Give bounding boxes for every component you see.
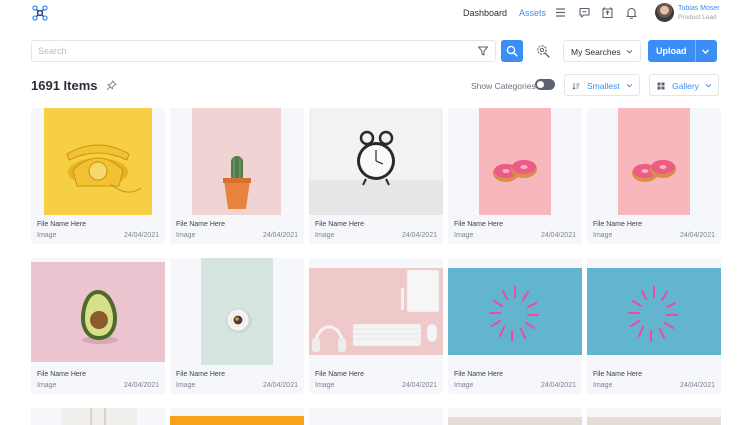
file-date: 24/04/2021 [401, 382, 437, 389]
asset-card[interactable] [309, 408, 443, 425]
asset-card[interactable]: File Name Here Image 24/04/2021 [170, 108, 304, 244]
chevron-down-icon [705, 83, 712, 88]
upload-divider [695, 40, 696, 62]
items-count: 1691 Items [31, 78, 98, 93]
sort-label: Smallest [587, 81, 620, 91]
saved-searches-label: My Searches [571, 47, 621, 57]
thumbnail-image[interactable] [587, 258, 721, 365]
file-name: File Name Here [315, 371, 365, 378]
view-label: Gallery [672, 81, 699, 91]
thumbnail-image[interactable] [448, 258, 582, 365]
file-date: 24/04/2021 [540, 232, 576, 239]
asset-card[interactable]: File Name Here Image 24/04/2021 [170, 258, 304, 394]
asset-card[interactable]: File Name Here Image 24/04/2021 [309, 108, 443, 244]
thumbnail-image[interactable] [309, 108, 443, 215]
thumbnail-image[interactable] [170, 108, 304, 215]
asset-card[interactable]: File Name Here Image 24/04/2021 [587, 258, 721, 394]
upload-box-icon[interactable] [601, 6, 614, 19]
file-name: File Name Here [176, 221, 226, 228]
search-icon [506, 45, 518, 57]
asset-card[interactable] [448, 408, 582, 425]
file-name: File Name Here [593, 371, 643, 378]
view-dropdown[interactable]: Gallery [649, 74, 719, 96]
file-type: Image [37, 232, 57, 239]
file-type: Image [454, 382, 474, 389]
thumbnail-image[interactable] [31, 408, 165, 425]
thumbnail-image[interactable] [587, 408, 721, 425]
file-name: File Name Here [454, 371, 504, 378]
file-type: Image [593, 232, 613, 239]
upload-button[interactable]: Upload [648, 40, 717, 62]
file-date: 24/04/2021 [540, 382, 576, 389]
asset-card[interactable] [170, 408, 304, 425]
asset-card[interactable]: File Name Here Image 24/04/2021 [31, 108, 165, 244]
file-type: Image [176, 232, 196, 239]
search-button[interactable] [501, 40, 523, 62]
sort-icon [572, 83, 580, 90]
thumbnail-image[interactable] [587, 108, 721, 215]
saved-search-settings-icon[interactable] [535, 43, 551, 59]
file-name: File Name Here [593, 221, 643, 228]
thumbnail-image[interactable] [170, 258, 304, 365]
thumbnail-image[interactable] [31, 108, 165, 215]
search-input[interactable] [38, 44, 458, 58]
chevron-down-icon [626, 83, 633, 88]
show-categories-label: Show Categories [471, 81, 536, 91]
file-type: Image [176, 382, 196, 389]
pin-icon[interactable] [106, 80, 117, 91]
file-date: 24/04/2021 [123, 232, 159, 239]
thumbnail-image[interactable] [170, 408, 304, 425]
asset-card[interactable] [587, 408, 721, 425]
file-type: Image [315, 382, 335, 389]
asset-card[interactable]: File Name Here Image 24/04/2021 [448, 108, 582, 244]
chat-icon[interactable] [578, 6, 591, 19]
file-date: 24/04/2021 [679, 232, 715, 239]
file-name: File Name Here [37, 221, 87, 228]
filter-icon[interactable] [477, 45, 489, 57]
file-name: File Name Here [454, 221, 504, 228]
asset-card[interactable]: File Name Here Image 24/04/2021 [448, 258, 582, 394]
thumbnail-image[interactable] [309, 258, 443, 365]
chevron-down-icon[interactable] [701, 47, 710, 56]
nav-dashboard[interactable]: Dashboard [463, 8, 507, 18]
asset-card[interactable] [31, 408, 165, 425]
file-date: 24/04/2021 [262, 382, 298, 389]
nav-assets[interactable]: Assets [519, 8, 546, 18]
thumbnail-image[interactable] [309, 408, 443, 425]
file-type: Image [454, 232, 474, 239]
chevron-down-icon [626, 49, 633, 54]
grid-icon [657, 82, 665, 90]
thumbnail-image[interactable] [448, 108, 582, 215]
user-name[interactable]: Tobias Moser [678, 5, 720, 12]
app-logo-icon[interactable] [31, 4, 49, 22]
file-name: File Name Here [37, 371, 87, 378]
saved-searches-dropdown[interactable]: My Searches [563, 40, 641, 62]
sort-dropdown[interactable]: Smallest [564, 74, 640, 96]
asset-card[interactable]: File Name Here Image 24/04/2021 [31, 258, 165, 394]
user-role: Product Lead [678, 14, 717, 21]
file-date: 24/04/2021 [401, 232, 437, 239]
avatar[interactable] [655, 3, 674, 22]
file-date: 24/04/2021 [679, 382, 715, 389]
bell-icon[interactable] [625, 6, 638, 19]
upload-label: Upload [656, 46, 687, 56]
thumbnail-image[interactable] [31, 258, 165, 365]
asset-card[interactable]: File Name Here Image 24/04/2021 [587, 108, 721, 244]
search-box[interactable] [31, 40, 496, 62]
file-date: 24/04/2021 [123, 382, 159, 389]
asset-card[interactable]: File Name Here Image 24/04/2021 [309, 258, 443, 394]
show-categories-toggle[interactable] [535, 79, 555, 90]
file-type: Image [37, 382, 57, 389]
menu-icon[interactable] [554, 6, 567, 19]
thumbnail-image[interactable] [448, 408, 582, 425]
file-type: Image [315, 232, 335, 239]
top-bar: Dashboard Assets Tobias Moser Product Le… [0, 0, 750, 28]
file-date: 24/04/2021 [262, 232, 298, 239]
file-name: File Name Here [176, 371, 226, 378]
toggle-knob [537, 81, 544, 88]
file-name: File Name Here [315, 221, 365, 228]
file-type: Image [593, 382, 613, 389]
